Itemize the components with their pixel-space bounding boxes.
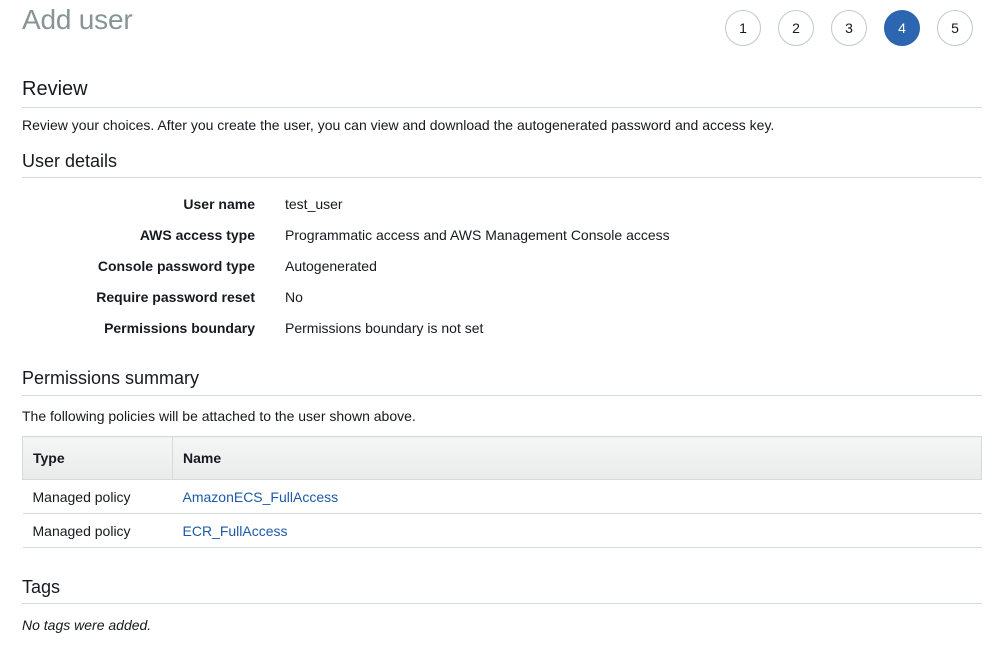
policy-type: Managed policy [22, 479, 173, 514]
detail-value: No [285, 288, 303, 305]
detail-row-user-name: User name test_user [22, 188, 922, 219]
step-4-current[interactable]: 4 [884, 10, 920, 46]
divider [22, 395, 982, 396]
detail-value: Autogenerated [285, 257, 377, 274]
detail-label: Permissions boundary [104, 319, 255, 336]
detail-label: Require password reset [96, 288, 255, 305]
table-row: Managed policy AmazonECS_FullAccess [22, 479, 982, 514]
detail-label: User name [183, 195, 255, 212]
wizard-steps: 1 2 3 4 5 [725, 10, 973, 46]
table-header-row: Type Name [22, 436, 982, 480]
policy-link[interactable]: ECR_FullAccess [183, 523, 288, 539]
detail-row-access-type: AWS access type Programmatic access and … [22, 219, 922, 250]
detail-row-permissions-boundary: Permissions boundary Permissions boundar… [22, 312, 922, 343]
detail-label: AWS access type [139, 226, 255, 243]
step-3[interactable]: 3 [831, 10, 867, 46]
step-5[interactable]: 5 [937, 10, 973, 46]
table-row: Managed policy ECR_FullAccess [22, 513, 982, 548]
detail-row-password-reset: Require password reset No [22, 281, 922, 312]
detail-value: Permissions boundary is not set [285, 319, 484, 336]
user-details-heading: User details [22, 151, 118, 171]
column-header-name[interactable]: Name [172, 436, 982, 480]
policy-name-cell: ECR_FullAccess [172, 513, 982, 548]
divider [22, 177, 982, 178]
tags-heading: Tags [22, 577, 61, 597]
detail-label: Console password type [97, 257, 255, 274]
permissions-description: The following policies will be attached … [22, 408, 416, 424]
policy-name-cell: AmazonECS_FullAccess [172, 479, 982, 514]
detail-value: test_user [285, 195, 343, 212]
divider [22, 107, 982, 108]
tags-empty-text: No tags were added. [22, 617, 152, 633]
user-details-list: User name test_user AWS access type Prog… [22, 188, 922, 343]
policy-link[interactable]: AmazonECS_FullAccess [183, 489, 339, 505]
detail-value: Programmatic access and AWS Management C… [285, 226, 670, 243]
step-2[interactable]: 2 [778, 10, 814, 46]
detail-row-password-type: Console password type Autogenerated [22, 250, 922, 281]
column-header-type[interactable]: Type [22, 436, 173, 480]
permissions-summary-heading: Permissions summary [22, 368, 200, 388]
step-1[interactable]: 1 [725, 10, 761, 46]
policy-type: Managed policy [22, 513, 173, 548]
page-title: Add user [22, 4, 133, 35]
permissions-table: Type Name Managed policy AmazonECS_FullA… [22, 436, 982, 548]
review-description: Review your choices. After you create th… [22, 117, 775, 133]
divider [22, 603, 982, 604]
review-heading: Review [22, 78, 88, 100]
